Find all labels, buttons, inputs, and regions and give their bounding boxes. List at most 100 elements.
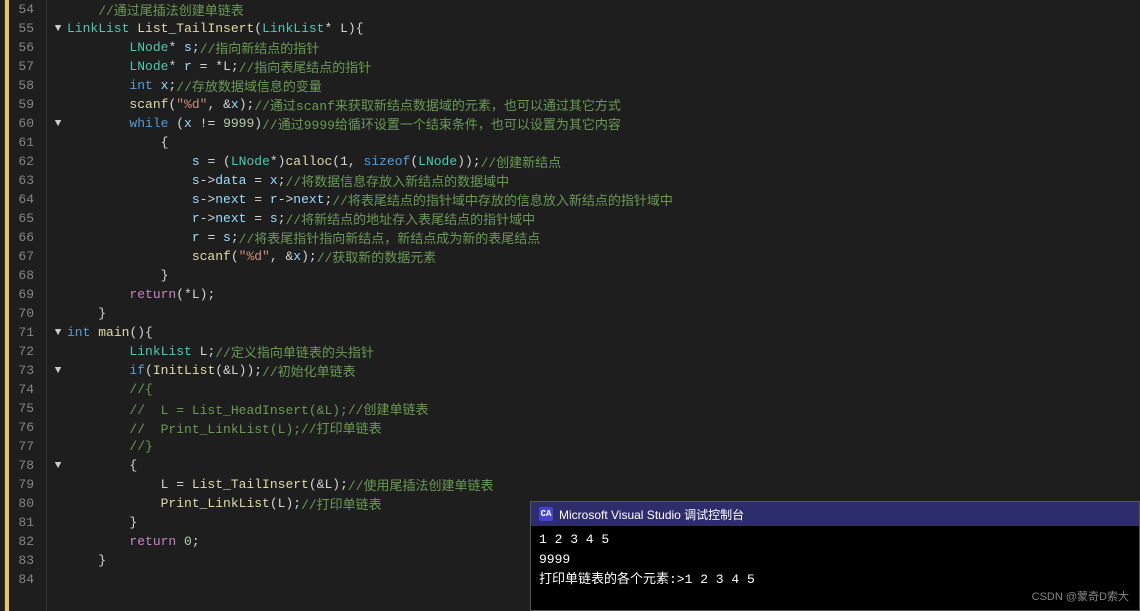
fold-67[interactable] <box>51 251 65 263</box>
fold-72[interactable] <box>51 346 65 358</box>
code-line-78: ▼ { <box>47 456 1140 475</box>
line-num-66: 66 <box>17 228 38 247</box>
fold-78[interactable]: ▼ <box>51 460 65 472</box>
line-num-56: 56 <box>17 38 38 57</box>
fold-77[interactable] <box>51 441 65 453</box>
line-num-61: 61 <box>17 133 38 152</box>
line-num-58: 58 <box>17 76 38 95</box>
fold-68[interactable] <box>51 270 65 282</box>
line-numbers: 54 55 56 57 58 59 60 61 62 63 64 65 66 6… <box>9 0 47 611</box>
fold-60[interactable]: ▼ <box>51 118 65 130</box>
code-line-70: } <box>47 304 1140 323</box>
fold-75[interactable] <box>51 403 65 415</box>
code-line-64: s->next = r->next;//将表尾结点的指针域中存放的信息放入新结点… <box>47 190 1140 209</box>
code-line-73: ▼ if(InitList(&L));//初始化单链表 <box>47 361 1140 380</box>
debug-icon-label: CA <box>541 509 552 519</box>
line-num-67: 67 <box>17 247 38 266</box>
fold-57[interactable] <box>51 61 65 73</box>
line-num-71: 71 <box>17 323 38 342</box>
fold-81[interactable] <box>51 517 65 529</box>
code-line-71: ▼ int main(){ <box>47 323 1140 342</box>
code-line-61: { <box>47 133 1140 152</box>
line-num-54: 54 <box>17 0 38 19</box>
fold-74[interactable] <box>51 384 65 396</box>
fold-82[interactable] <box>51 536 65 548</box>
code-line-59: scanf("%d", &x);//通过scanf来获取新结点数据域的元素，也可… <box>47 95 1140 114</box>
line-num-63: 63 <box>17 171 38 190</box>
fold-70[interactable] <box>51 308 65 320</box>
code-line-65: r->next = s;//将新结点的地址存入表尾结点的指针域中 <box>47 209 1140 228</box>
line-num-68: 68 <box>17 266 38 285</box>
code-line-68: } <box>47 266 1140 285</box>
code-line-63: s->data = x;//将数据信息存放入新结点的数据域中 <box>47 171 1140 190</box>
fold-64[interactable] <box>51 194 65 206</box>
code-line-77: //} <box>47 437 1140 456</box>
line-num-64: 64 <box>17 190 38 209</box>
code-line-55: ▼ LinkList List_TailInsert(LinkList* L){ <box>47 19 1140 38</box>
line-num-69: 69 <box>17 285 38 304</box>
fold-73[interactable]: ▼ <box>51 365 65 377</box>
code-line-69: return(*L); <box>47 285 1140 304</box>
code-line-75: // L = List_HeadInsert(&L);//创建单链表 <box>47 399 1140 418</box>
fold-69[interactable] <box>51 289 65 301</box>
debug-output-line-3: 打印单链表的各个元素:>1 2 3 4 5 <box>539 570 1131 590</box>
line-num-79: 79 <box>17 475 38 494</box>
line-num-82: 82 <box>17 532 38 551</box>
line-num-65: 65 <box>17 209 38 228</box>
fold-84[interactable] <box>51 574 65 586</box>
editor-area: 54 55 56 57 58 59 60 61 62 63 64 65 66 6… <box>0 0 1140 611</box>
line-num-62: 62 <box>17 152 38 171</box>
line-num-84: 84 <box>17 570 38 589</box>
debug-output-line-1: 1 2 3 4 5 <box>539 530 1131 550</box>
code-line-62: s = (LNode*)calloc(1, sizeof(LNode));//创… <box>47 152 1140 171</box>
line-num-83: 83 <box>17 551 38 570</box>
fold-66[interactable] <box>51 232 65 244</box>
line-num-59: 59 <box>17 95 38 114</box>
debug-console[interactable]: CA Microsoft Visual Studio 调试控制台 1 2 3 4… <box>530 501 1140 611</box>
fold-62[interactable] <box>51 156 65 168</box>
line-num-60: 60 <box>17 114 38 133</box>
line-num-74: 74 <box>17 380 38 399</box>
debug-output-line-2: 9999 <box>539 550 1131 570</box>
fold-76[interactable] <box>51 422 65 434</box>
debug-title-text: Microsoft Visual Studio 调试控制台 <box>559 506 744 523</box>
line-num-80: 80 <box>17 494 38 513</box>
fold-58[interactable] <box>51 80 65 92</box>
code-line-79: L = List_TailInsert(&L);//使用尾插法创建单链表 <box>47 475 1140 494</box>
debug-title-bar: CA Microsoft Visual Studio 调试控制台 <box>531 502 1139 526</box>
fold-65[interactable] <box>51 213 65 225</box>
code-line-56: LNode* s;//指向新结点的指针 <box>47 38 1140 57</box>
debug-icon: CA <box>539 507 553 521</box>
line-num-81: 81 <box>17 513 38 532</box>
line-num-73: 73 <box>17 361 38 380</box>
fold-83[interactable] <box>51 555 65 567</box>
code-line-58: int x;//存放数据域信息的变量 <box>47 76 1140 95</box>
fold-55[interactable]: ▼ <box>51 23 65 35</box>
fold-61[interactable] <box>51 137 65 149</box>
fold-80[interactable] <box>51 498 65 510</box>
line-num-78: 78 <box>17 456 38 475</box>
code-line-72: LinkList L;//定义指向单链表的头指针 <box>47 342 1140 361</box>
line-num-75: 75 <box>17 399 38 418</box>
debug-watermark: CSDN @蒙奇D索大 <box>1032 588 1129 604</box>
fold-56[interactable] <box>51 42 65 54</box>
code-content-55a: LinkList <box>67 21 129 36</box>
line-num-57: 57 <box>17 57 38 76</box>
fold-71[interactable]: ▼ <box>51 327 65 339</box>
debug-content: 1 2 3 4 5 9999 打印单链表的各个元素:>1 2 3 4 5 CSD… <box>531 526 1139 610</box>
line-num-72: 72 <box>17 342 38 361</box>
line-num-70: 70 <box>17 304 38 323</box>
fold-79[interactable] <box>51 479 65 491</box>
code-line-66: r = s;//将表尾指针指向新结点，新结点成为新的表尾结点 <box>47 228 1140 247</box>
line-num-76: 76 <box>17 418 38 437</box>
fold-59[interactable] <box>51 99 65 111</box>
fold-54[interactable] <box>51 4 65 16</box>
fold-63[interactable] <box>51 175 65 187</box>
code-content-54: //通过尾插法创建单链表 <box>67 0 244 19</box>
line-num-77: 77 <box>17 437 38 456</box>
code-line-60: ▼ while (x != 9999)//通过9999给循环设置一个结束条件，也… <box>47 114 1140 133</box>
code-line-76: // Print_LinkList(L);//打印单链表 <box>47 418 1140 437</box>
code-line-54: //通过尾插法创建单链表 <box>47 0 1140 19</box>
code-line-57: LNode* r = *L;//指向表尾结点的指针 <box>47 57 1140 76</box>
code-line-67: scanf("%d", &x);//获取新的数据元素 <box>47 247 1140 266</box>
